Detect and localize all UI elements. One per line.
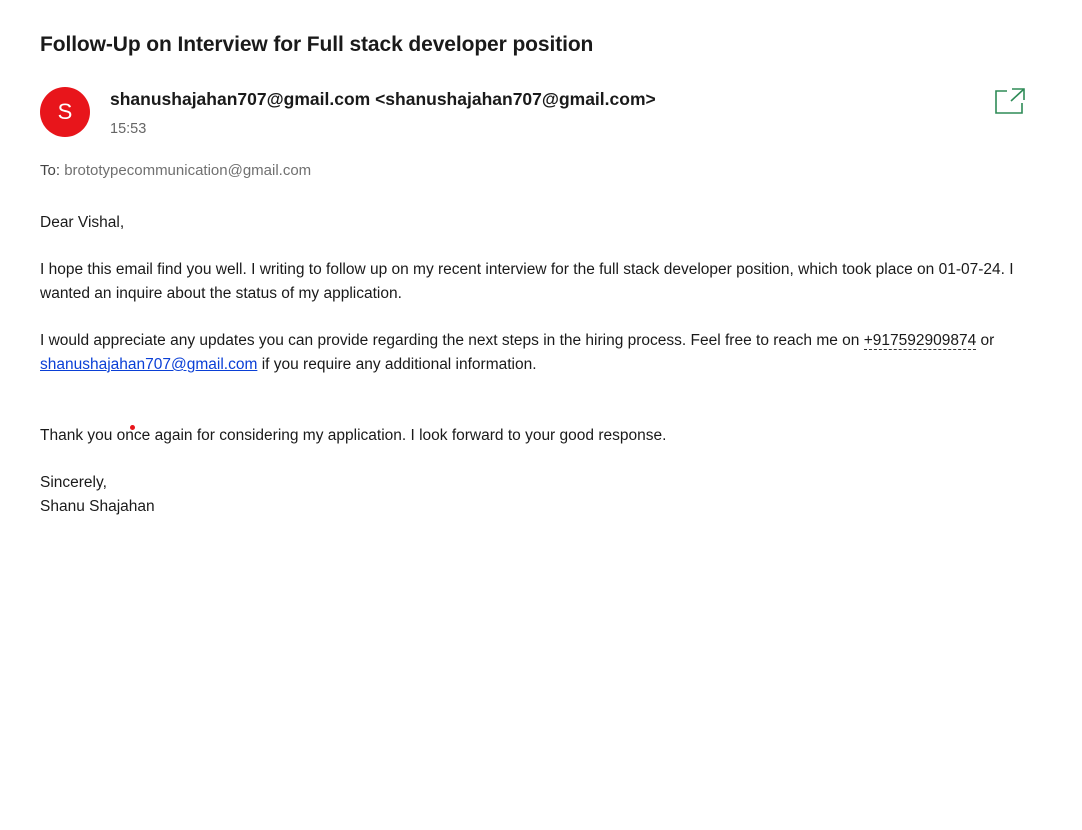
paragraph-2-or: or	[980, 332, 995, 349]
paragraph-1: I hope this email find you well. I writi…	[40, 261, 1014, 302]
to-address[interactable]: brototypecommunication@gmail.com	[64, 162, 311, 179]
sender-address: shanushajahan707@gmail.com <shanushajaha…	[110, 89, 656, 109]
signature: Shanu Shajahan	[40, 498, 155, 515]
email-link[interactable]: shanushajahan707@gmail.com	[40, 356, 257, 373]
paragraph-3: Thank you once again for considering my …	[40, 427, 667, 444]
paragraph-2-start: I would appreciate any updates you can p…	[40, 332, 860, 349]
closing: Sincerely,	[40, 474, 107, 491]
avatar-letter: S	[57, 99, 73, 124]
popout-window-icon	[995, 88, 1025, 114]
to-label: To:	[40, 162, 61, 179]
popout-button[interactable]	[994, 87, 1026, 115]
paragraph-2-end: if you require any additional informatio…	[261, 356, 537, 373]
email-time: 15:53	[110, 121, 147, 137]
to-line: To: brototypecommunication@gmail.com	[40, 162, 311, 179]
email-body: Dear Vishal, I hope this email find you …	[40, 211, 1065, 519]
sender-avatar: S	[40, 87, 90, 137]
greeting: Dear Vishal,	[40, 214, 125, 231]
email-subject: Follow-Up on Interview for Full stack de…	[40, 33, 594, 56]
paragraph-2: I would appreciate any updates you can p…	[40, 329, 1065, 377]
phone-link[interactable]: +917592909874	[863, 332, 977, 350]
cursor-dot	[130, 425, 135, 430]
